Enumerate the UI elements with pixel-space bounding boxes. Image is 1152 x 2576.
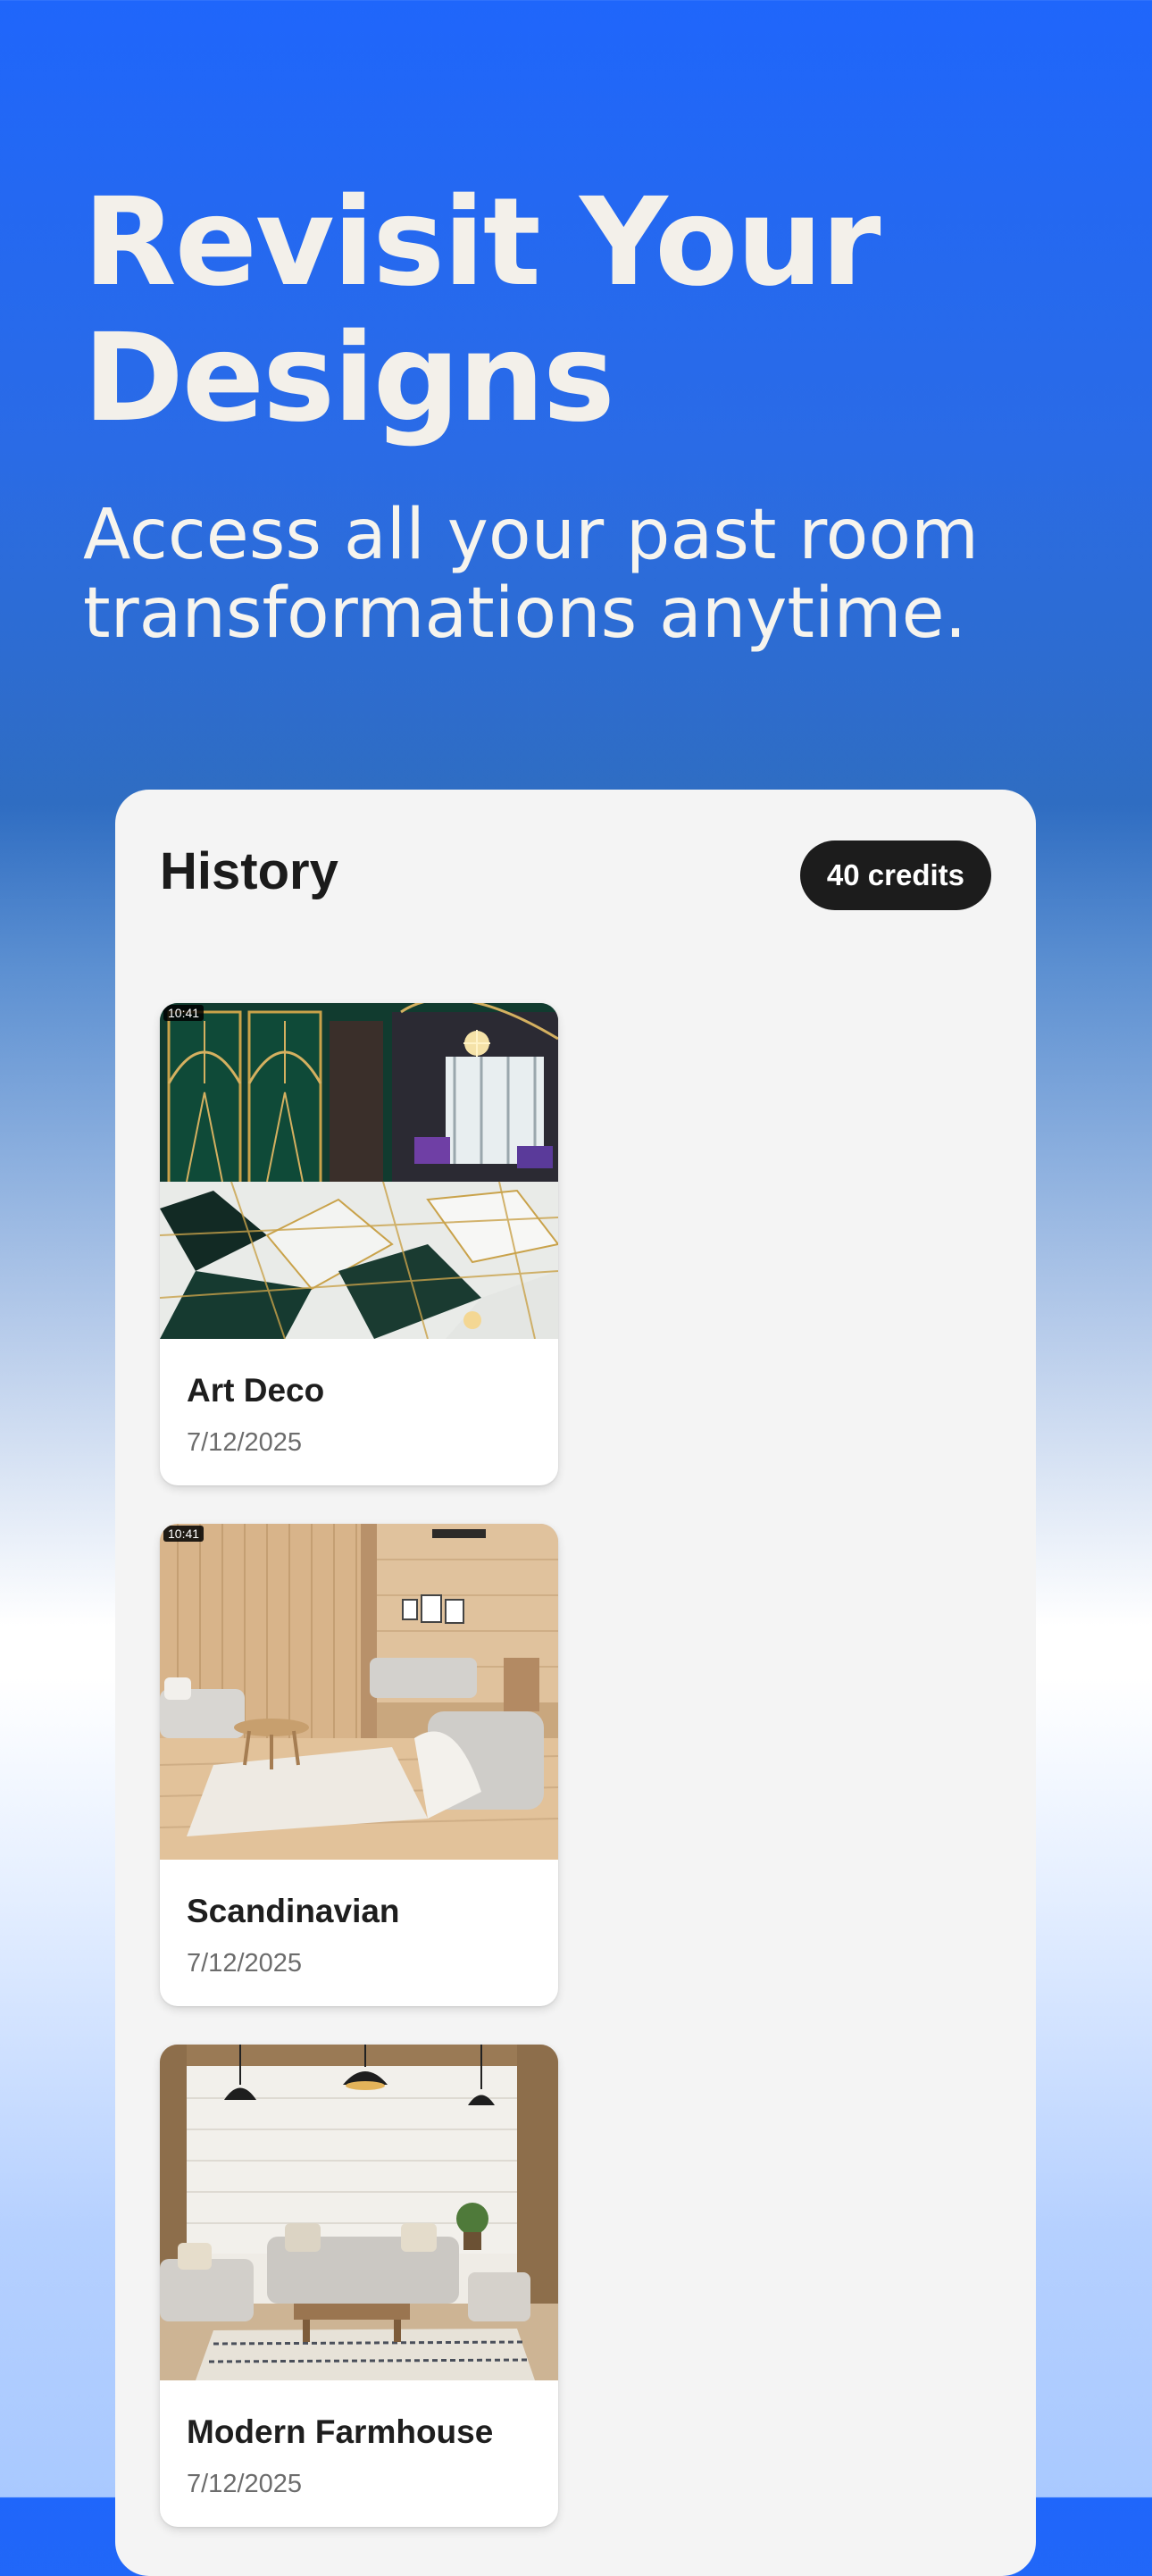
- card-date: 7/12/2025: [187, 1949, 303, 1978]
- credits-badge[interactable]: 40 credits: [799, 841, 991, 910]
- history-panel: History 40 credits 10:41 Art Deco 7/12/2…: [115, 790, 1036, 2576]
- history-card-art-deco[interactable]: 10:41 Art Deco 7/12/2025: [160, 1003, 558, 1485]
- card-date: 7/12/2025: [187, 2470, 303, 2498]
- time-tag: 10:41: [163, 1526, 205, 1542]
- history-title: History: [160, 842, 338, 900]
- design-thumbnail-modern-farmhouse: [160, 2045, 558, 2380]
- card-title: Art Deco: [187, 1372, 325, 1409]
- design-thumbnail-scandinavian: 10:41: [160, 1524, 558, 1860]
- design-thumbnail-art-deco: 10:41: [160, 1003, 558, 1339]
- time-tag: 10:41: [163, 1005, 205, 1021]
- card-title: Scandinavian: [187, 1893, 400, 1929]
- history-card-modern-farmhouse[interactable]: Modern Farmhouse 7/12/2025: [160, 2045, 558, 2527]
- history-card-scandinavian[interactable]: 10:41 Scandinavian 7/12/2025: [160, 1524, 558, 2006]
- card-title: Modern Farmhouse: [187, 2413, 494, 2450]
- card-date: 7/12/2025: [187, 1428, 303, 1457]
- hero-title: Revisit Your Designs: [83, 172, 881, 449]
- hero-subtitle: Access all your past room transformation…: [83, 495, 980, 654]
